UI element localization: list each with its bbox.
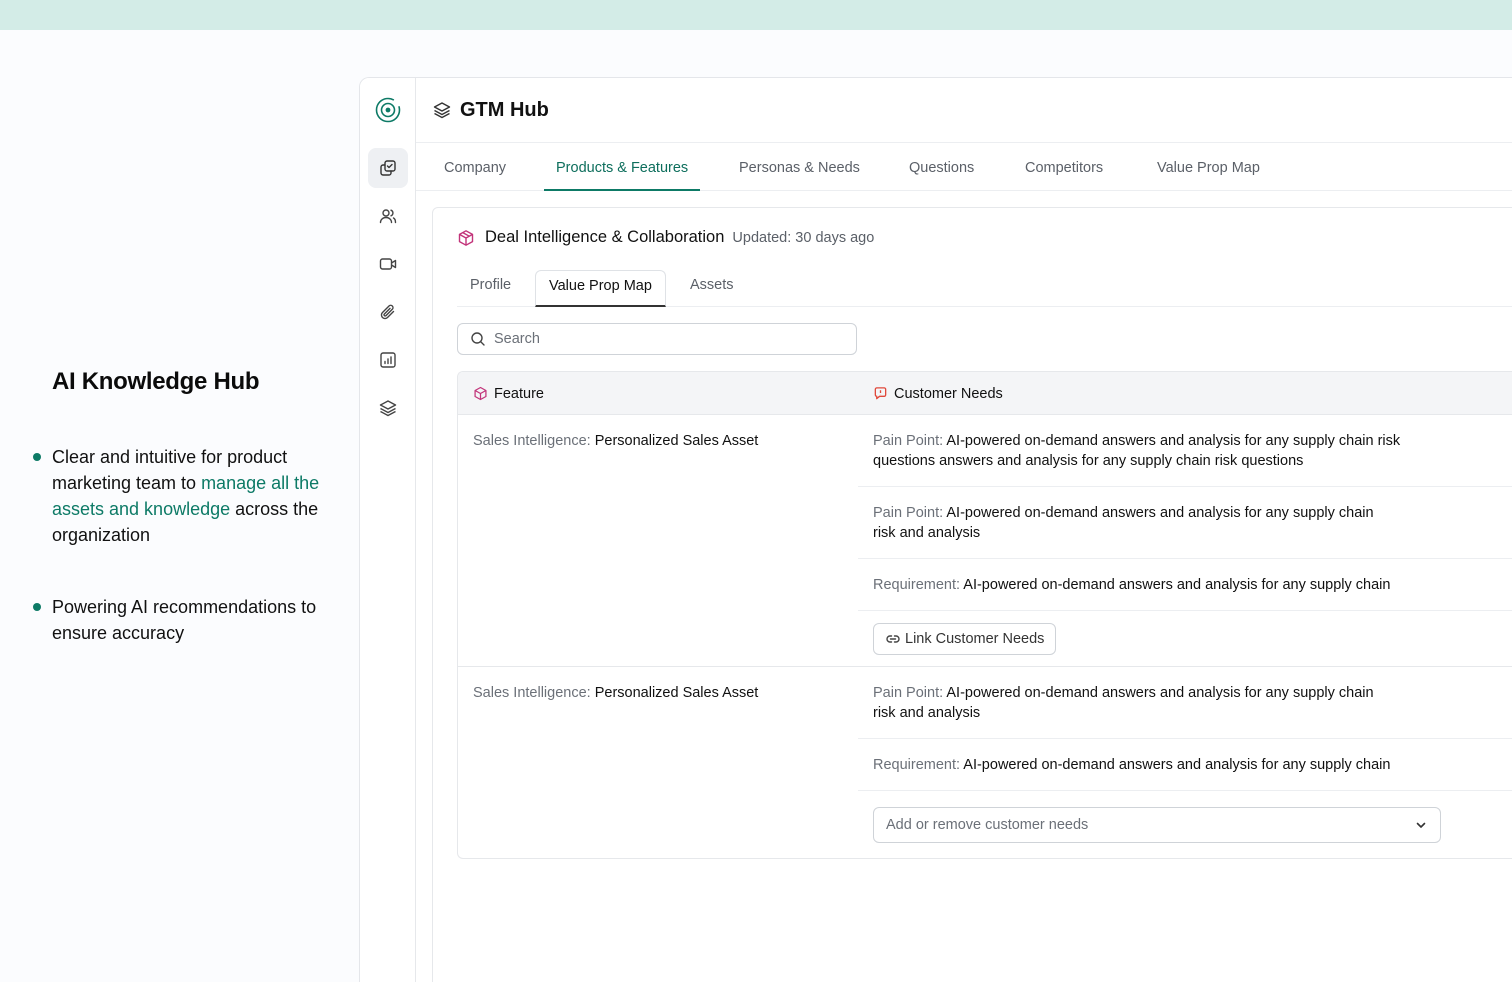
search-input[interactable] xyxy=(494,331,834,347)
tab-value-prop-map[interactable]: Value Prop Map xyxy=(1157,143,1260,191)
app-window: GTM Hub Company Products & Features Pers… xyxy=(359,77,1512,982)
link-icon xyxy=(886,635,900,643)
sidebar-item-hub[interactable] xyxy=(368,148,408,188)
box-icon xyxy=(474,386,487,401)
tab-personas-needs[interactable]: Personas & Needs xyxy=(739,143,860,191)
chevron-down-icon xyxy=(1416,822,1426,828)
need-divider xyxy=(858,486,1512,487)
video-icon xyxy=(379,258,397,270)
customer-need-item[interactable]: Pain Point: AI-powered on-demand answers… xyxy=(858,431,1512,471)
top-banner-strip xyxy=(0,0,1512,30)
need-divider xyxy=(858,558,1512,559)
layers-icon xyxy=(433,102,451,119)
sidebar-rail xyxy=(360,78,416,982)
customer-needs-select[interactable]: Add or remove customer needs xyxy=(873,807,1441,843)
sidebar-item-layers[interactable] xyxy=(368,388,408,428)
subtab-profile[interactable]: Profile xyxy=(470,270,511,307)
layers-icon xyxy=(379,400,397,417)
feature-cell[interactable]: Sales Intelligence: Personalized Sales A… xyxy=(473,433,758,449)
customer-need-item[interactable]: Pain Point: AI-powered on-demand answers… xyxy=(858,503,1512,543)
search-box[interactable] xyxy=(457,323,857,355)
feature-cell[interactable]: Sales Intelligence: Personalized Sales A… xyxy=(473,685,758,701)
promo-title: AI Knowledge Hub xyxy=(52,368,260,395)
app-header: GTM Hub xyxy=(416,78,1512,143)
customer-need-item[interactable]: Requirement: AI-powered on-demand answer… xyxy=(858,755,1512,775)
product-subtabs: Profile Value Prop Map Assets xyxy=(457,270,1512,307)
paperclip-icon xyxy=(380,304,395,320)
page-title: GTM Hub xyxy=(460,98,549,121)
product-header: Deal Intelligence & Collaboration Update… xyxy=(457,228,874,247)
tab-questions[interactable]: Questions xyxy=(909,143,974,191)
column-header-customer-needs: Customer Needs xyxy=(873,372,1003,415)
users-icon xyxy=(379,209,397,224)
need-divider xyxy=(858,790,1512,791)
search-icon xyxy=(471,332,485,346)
customer-need-item[interactable]: Pain Point: AI-powered on-demand answers… xyxy=(858,683,1512,723)
sidebar-item-users[interactable] xyxy=(368,196,408,236)
column-header-feature: Feature xyxy=(473,372,544,415)
value-prop-table: Feature Customer Needs Sales Intelligenc… xyxy=(457,371,1512,859)
subtab-assets[interactable]: Assets xyxy=(690,270,734,307)
product-title: Deal Intelligence & Collaboration xyxy=(485,228,725,246)
row-divider xyxy=(458,666,1512,667)
product-panel: Deal Intelligence & Collaboration Update… xyxy=(432,207,1512,982)
main-tabs: Company Products & Features Personas & N… xyxy=(416,143,1512,191)
tab-products-features[interactable]: Products & Features xyxy=(544,143,701,191)
target-logo-icon[interactable] xyxy=(374,96,402,124)
tab-competitors[interactable]: Competitors xyxy=(1025,143,1103,191)
need-divider xyxy=(858,738,1512,739)
sidebar-item-analytics[interactable] xyxy=(368,340,408,380)
promo-panel: AI Knowledge Hub Clear and intuitive for… xyxy=(0,30,359,982)
promo-bullet-1: Clear and intuitive for product marketin… xyxy=(33,444,327,548)
copy-check-icon xyxy=(380,160,396,176)
subtab-value-prop-map[interactable]: Value Prop Map xyxy=(535,270,666,307)
tab-company[interactable]: Company xyxy=(444,143,506,191)
sidebar-item-attachments[interactable] xyxy=(368,292,408,332)
customer-need-item[interactable]: Requirement: AI-powered on-demand answer… xyxy=(858,575,1512,595)
product-updated: Updated: 30 days ago xyxy=(732,229,875,246)
table-header: Feature Customer Needs xyxy=(458,372,1512,415)
promo-bullet-2: Powering AI recommendations to ensure ac… xyxy=(33,594,327,646)
bar-chart-icon xyxy=(380,352,396,368)
link-customer-needs-button[interactable]: Link Customer Needs xyxy=(873,623,1057,655)
sidebar-item-video[interactable] xyxy=(368,244,408,284)
message-alert-icon xyxy=(874,387,887,400)
box-icon xyxy=(458,229,474,246)
need-divider xyxy=(858,610,1512,611)
